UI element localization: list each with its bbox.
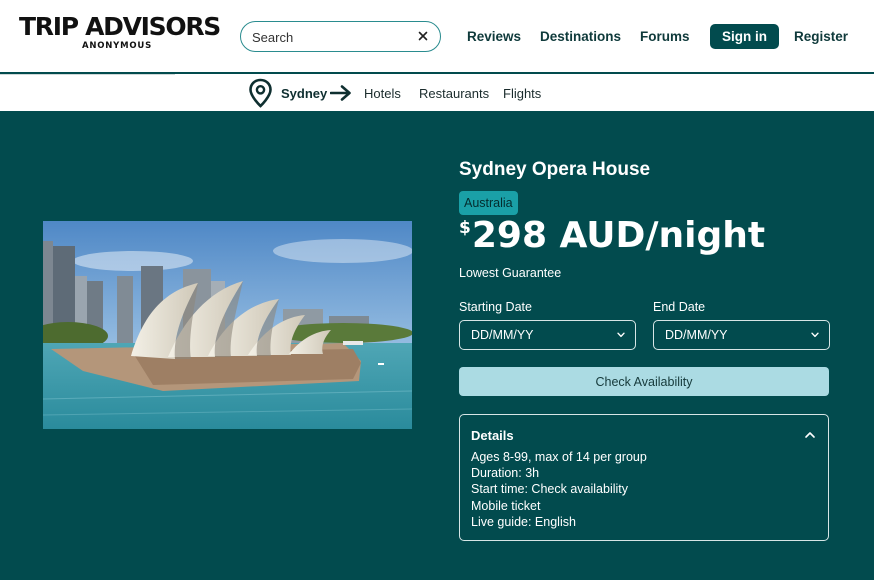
location-pin-icon xyxy=(249,78,272,108)
listing-section: Sydney Opera House Australia $298 AUD/ni… xyxy=(0,111,874,580)
divider xyxy=(0,74,175,75)
details-panel: Details Ages 8-99, max of 14 per group D… xyxy=(459,414,829,541)
end-date-select[interactable]: DD/MM/YY xyxy=(653,320,830,350)
start-date-select[interactable]: DD/MM/YY xyxy=(459,320,636,350)
details-title: Details xyxy=(471,428,514,443)
listing-title: Sydney Opera House xyxy=(459,159,651,180)
sign-in-button[interactable]: Sign in xyxy=(710,24,779,49)
search-input[interactable] xyxy=(252,28,412,46)
subnav-flights-link[interactable]: Flights xyxy=(503,86,541,101)
details-item: Ages 8-99, max of 14 per group xyxy=(471,450,647,464)
attraction-photo xyxy=(43,221,412,429)
country-badge: Australia xyxy=(459,191,518,215)
nav-destinations-link[interactable]: Destinations xyxy=(540,29,621,44)
currency-symbol: $ xyxy=(459,218,471,238)
price-display: $298 AUD/night xyxy=(459,215,765,256)
chevron-down-icon xyxy=(617,332,625,338)
details-list: Ages 8-99, max of 14 per group Duration:… xyxy=(471,449,647,530)
arrow-right-icon xyxy=(330,85,351,101)
price-amount: 298 AUD/night xyxy=(471,215,766,256)
current-city[interactable]: Sydney xyxy=(281,86,327,101)
details-item: Start time: Check availability xyxy=(471,482,629,497)
nav-reviews-link[interactable]: Reviews xyxy=(467,29,521,44)
details-item: Live guide: English xyxy=(471,514,576,529)
details-item: Duration: 3h xyxy=(471,466,540,481)
site-header: TRIP ADVISORS ANONYMOUS Reviews Destinat… xyxy=(0,0,874,74)
start-date-label: Starting Date xyxy=(459,300,532,314)
chevron-up-icon[interactable] xyxy=(804,429,816,441)
check-availability-button[interactable]: Check Availability xyxy=(459,367,829,396)
location-subnav: Sydney Hotels Restaurants Flights xyxy=(0,74,874,111)
brand-name: TRIP ADVISORS xyxy=(19,12,221,41)
subnav-restaurants-link[interactable]: Restaurants xyxy=(419,86,489,101)
register-link[interactable]: Register xyxy=(794,29,848,44)
subnav-hotels-link[interactable]: Hotels xyxy=(364,86,401,101)
chevron-down-icon xyxy=(811,332,819,338)
end-date-value: DD/MM/YY xyxy=(665,328,728,342)
brand-tagline: ANONYMOUS xyxy=(81,41,153,51)
search-box xyxy=(240,21,441,52)
details-item: Mobile ticket xyxy=(471,498,541,513)
start-date-value: DD/MM/YY xyxy=(471,328,534,342)
nav-forums-link[interactable]: Forums xyxy=(640,29,690,44)
brand-logo[interactable]: TRIP ADVISORS ANONYMOUS xyxy=(19,12,221,52)
end-date-label: End Date xyxy=(653,300,706,314)
price-guarantee: Lowest Guarantee xyxy=(459,266,562,280)
close-icon[interactable] xyxy=(415,28,431,44)
